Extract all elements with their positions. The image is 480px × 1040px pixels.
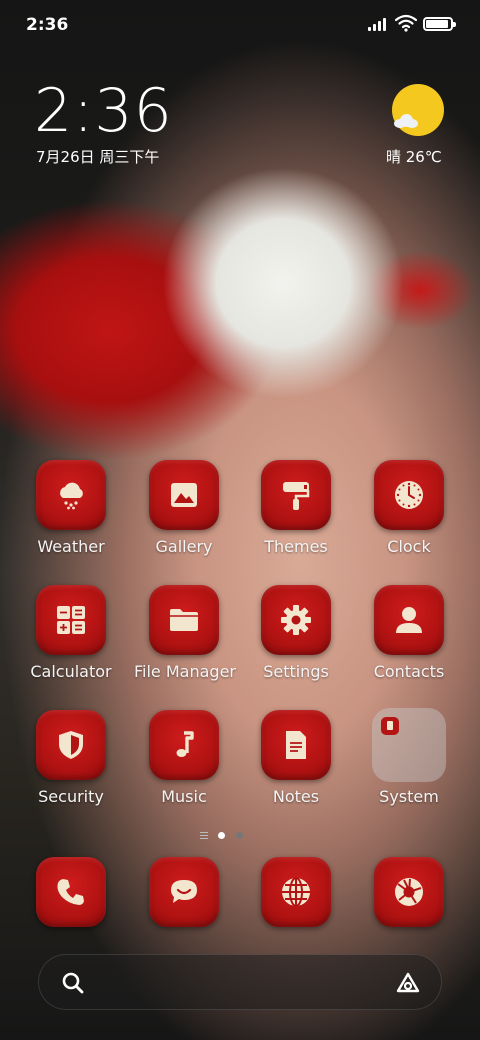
app-label: Music xyxy=(161,787,207,806)
contacts-icon xyxy=(374,585,444,655)
app-label: Weather xyxy=(37,537,105,556)
weather-text: 晴 26℃ xyxy=(386,148,442,166)
shield-icon xyxy=(36,710,106,780)
status-bar: 2:36 xyxy=(0,0,480,50)
dock-browser[interactable] xyxy=(246,857,346,927)
gear-icon xyxy=(261,585,331,655)
signal-icon xyxy=(368,17,390,31)
dock-camera[interactable] xyxy=(359,857,459,927)
app-label: File Manager xyxy=(134,662,236,681)
app-themes[interactable]: Themes xyxy=(246,460,346,556)
app-label: Security xyxy=(38,787,104,806)
app-label: Notes xyxy=(272,787,320,806)
cloud-icon xyxy=(394,114,418,128)
app-label: System xyxy=(379,787,439,806)
calculator-icon xyxy=(36,585,106,655)
dock-messages[interactable] xyxy=(134,857,234,927)
status-time: 2:36 xyxy=(26,15,69,35)
phone-icon xyxy=(36,857,106,927)
app-folder-system[interactable]: System xyxy=(359,708,459,806)
app-label: Themes xyxy=(264,537,328,556)
app-clock[interactable]: Clock xyxy=(359,460,459,556)
folder-icon xyxy=(149,585,219,655)
camera-shutter-icon xyxy=(374,857,444,927)
search-icon[interactable] xyxy=(61,971,85,995)
gallery-icon xyxy=(149,460,219,530)
assistant-icon[interactable] xyxy=(395,971,421,995)
app-contacts[interactable]: Contacts xyxy=(359,585,459,681)
folder-mini-app-icon xyxy=(381,717,399,735)
page-indicator[interactable] xyxy=(200,830,260,842)
app-security[interactable]: Security xyxy=(21,710,121,806)
wifi-icon xyxy=(395,14,417,32)
app-calculator[interactable]: Calculator xyxy=(21,585,121,681)
page-list-icon xyxy=(200,832,208,839)
app-notes[interactable]: Notes xyxy=(246,710,346,806)
browser-globe-icon xyxy=(261,857,331,927)
weather-icon xyxy=(36,460,106,530)
app-file-manager[interactable]: File Manager xyxy=(134,585,236,681)
themes-icon xyxy=(261,460,331,530)
search-bar[interactable] xyxy=(38,954,442,1010)
app-weather[interactable]: Weather xyxy=(21,460,121,556)
page-dot xyxy=(236,832,243,839)
app-label: Clock xyxy=(387,537,431,556)
date-text: 7月26日 周三下午 xyxy=(36,148,160,166)
app-music[interactable]: Music xyxy=(134,710,234,806)
app-label: Settings xyxy=(263,662,329,681)
clock-icon xyxy=(374,460,444,530)
page-dot xyxy=(218,832,225,839)
battery-icon xyxy=(423,17,456,31)
app-gallery[interactable]: Gallery xyxy=(134,460,234,556)
dock-phone[interactable] xyxy=(21,857,121,927)
app-settings[interactable]: Settings xyxy=(246,585,346,681)
messages-icon xyxy=(149,857,219,927)
home-clock-widget[interactable]: 2:36 xyxy=(34,76,173,146)
folder-preview xyxy=(372,708,446,782)
notes-icon xyxy=(261,710,331,780)
sun-icon xyxy=(392,84,444,136)
app-label: Gallery xyxy=(155,537,213,556)
music-note-icon xyxy=(149,710,219,780)
app-label: Calculator xyxy=(30,662,112,681)
app-label: Contacts xyxy=(373,662,445,681)
